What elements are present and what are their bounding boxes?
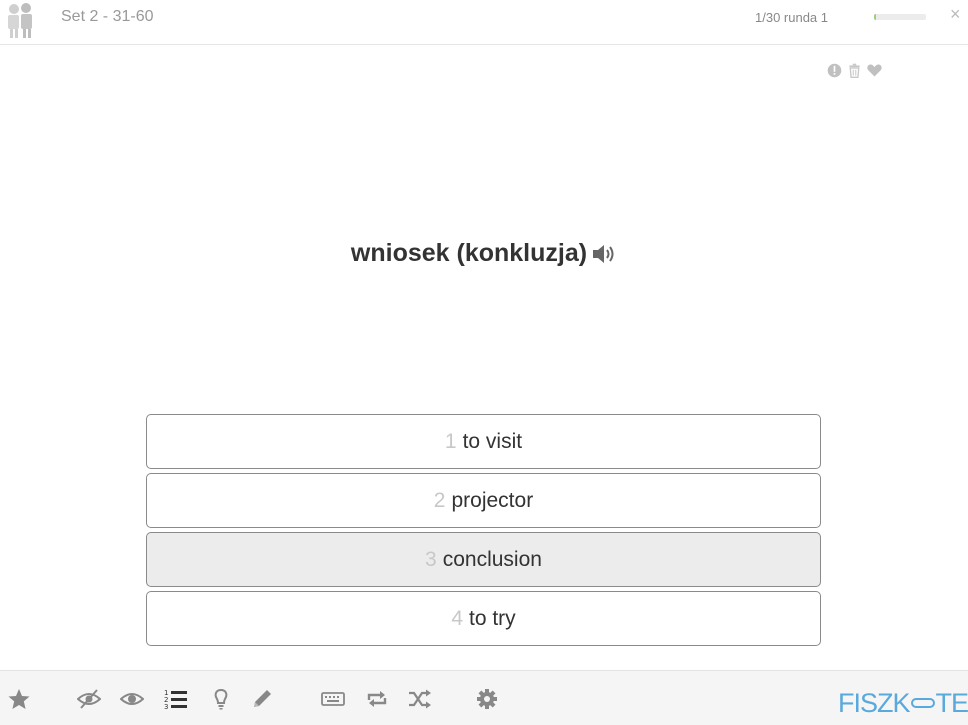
trash-icon[interactable] [846, 62, 863, 79]
answer-text: projector [451, 488, 534, 512]
answer-text: to visit [462, 429, 523, 453]
answer-option-1[interactable]: 1 to visit [146, 414, 821, 469]
answer-option-2[interactable]: 2 projector [146, 473, 821, 528]
speaker-icon[interactable] [591, 242, 617, 266]
answer-option-3[interactable]: 3 conclusion [146, 532, 821, 587]
heart-icon[interactable] [866, 62, 883, 79]
fiszkoteka-logo[interactable]: FISZK TEKA [838, 688, 968, 718]
set-title[interactable]: Set 2 - 31-60 [61, 8, 154, 26]
pencil-icon[interactable] [251, 688, 275, 710]
eye-icon[interactable] [120, 688, 144, 710]
top-bar: Set 2 - 31-60 1/30 runda 1 × [0, 0, 968, 45]
lightbulb-icon[interactable] [209, 688, 233, 710]
star-icon[interactable] [7, 688, 31, 710]
hide-eye-icon[interactable] [77, 688, 101, 710]
progress-bar [874, 14, 926, 20]
keyboard-icon[interactable] [321, 688, 345, 710]
progress-fill [874, 14, 876, 20]
report-icon[interactable] [826, 62, 843, 79]
answer-text: conclusion [442, 547, 542, 571]
logo-text-right: TEKA [935, 687, 968, 718]
prompt-area: wniosek (konkluzja) [0, 239, 968, 268]
prompt-word: wniosek (konkluzja) [350, 239, 588, 267]
set-avatar [2, 0, 40, 40]
progress-text: 1/30 runda 1 [755, 10, 829, 25]
repeat-icon[interactable] [365, 688, 389, 710]
gear-icon[interactable] [475, 688, 499, 710]
svg-text:3: 3 [164, 703, 168, 710]
answer-list: 1 to visit 2 projector 3 conclusion 4 to… [146, 414, 821, 650]
answer-number: 3 [425, 547, 437, 571]
answer-option-4[interactable]: 4 to try [146, 591, 821, 646]
bottom-toolbar: 123 [0, 670, 968, 725]
card-actions [826, 60, 883, 80]
answer-number: 4 [451, 606, 463, 630]
logo-text-left: FISZK [838, 687, 911, 718]
close-button[interactable]: × [950, 4, 961, 25]
logo-ring-icon [910, 698, 935, 708]
answer-number: 1 [444, 429, 457, 453]
numbered-list-icon[interactable]: 123 [164, 688, 188, 710]
shuffle-icon[interactable] [408, 688, 432, 710]
answer-text: to try [469, 606, 516, 630]
answer-number: 2 [433, 488, 446, 512]
